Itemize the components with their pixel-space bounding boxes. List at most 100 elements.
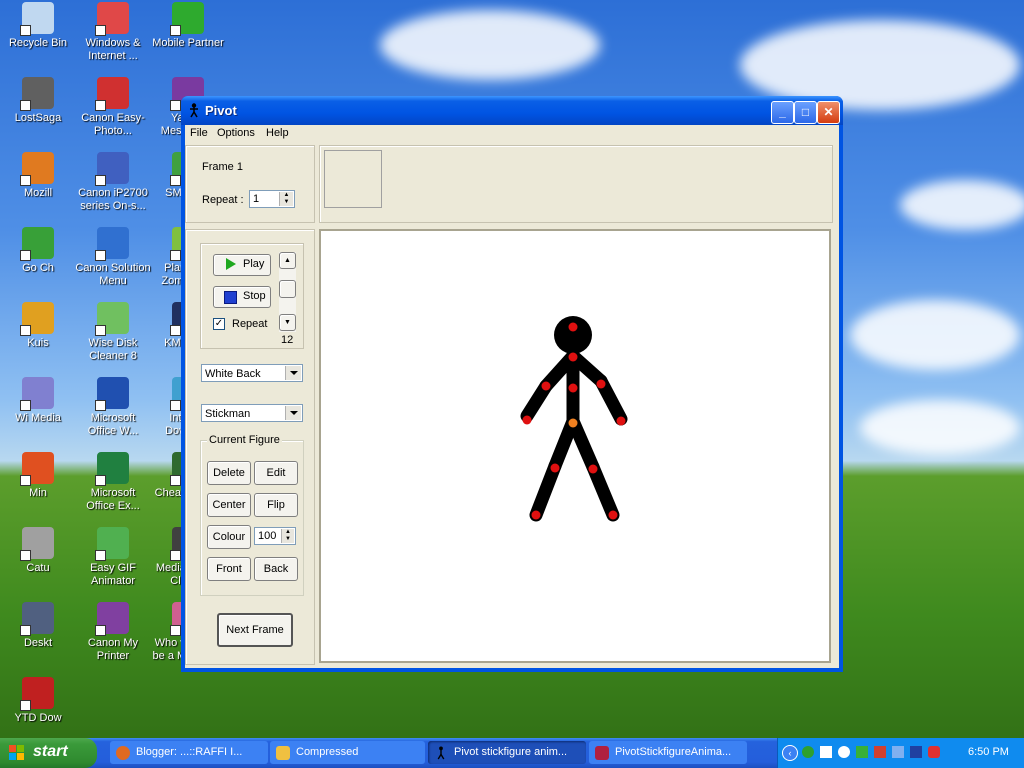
play-icon xyxy=(226,258,236,270)
desktop-icon[interactable]: Microsoft Office W... xyxy=(75,377,151,438)
speed-slider[interactable]: ▲ ▼ xyxy=(279,252,296,332)
back-button[interactable]: Back xyxy=(254,557,298,581)
spinner-arrows-icon[interactable]: ▲ ▼ xyxy=(279,192,293,206)
speed-slider-thumb[interactable] xyxy=(279,280,296,298)
desktop-icon[interactable]: Windows & Internet ... xyxy=(75,2,151,63)
colour-button[interactable]: Colour xyxy=(207,525,251,549)
figure-select[interactable]: Stickman xyxy=(201,404,303,422)
tray-app-icon[interactable] xyxy=(838,746,850,758)
speed-down-arrow-icon[interactable]: ▼ xyxy=(279,314,296,331)
stop-button[interactable]: Stop xyxy=(213,286,271,308)
controls-panel: Play Stop ✓ Repeat ▲ ▼ 12 White Back Sti… xyxy=(185,229,315,665)
frame-thumbnail[interactable] xyxy=(324,150,382,208)
desktop-icon[interactable]: Canon Solution Menu xyxy=(75,227,151,288)
menu-help[interactable]: Help xyxy=(266,127,289,139)
next-frame-button[interactable]: Next Frame xyxy=(217,613,293,647)
desktop-icon[interactable]: Canon iP2700 series On-s... xyxy=(75,152,151,213)
front-button[interactable]: Front xyxy=(207,557,251,581)
desktop-icon[interactable]: Wi Media xyxy=(0,377,76,425)
tray-app-icon[interactable] xyxy=(820,746,832,758)
taskbar-item-pivot-archive[interactable]: PivotStickfigureAnima... xyxy=(589,741,747,764)
background-select[interactable]: White Back xyxy=(201,364,303,382)
start-button[interactable]: start xyxy=(0,738,97,768)
desktop-icon[interactable]: Easy GIF Animator xyxy=(75,527,151,588)
desktop-icon[interactable]: Catu xyxy=(0,527,76,575)
smadav-icon[interactable] xyxy=(856,746,868,758)
close-button[interactable]: ✕ xyxy=(817,101,840,124)
app-shortcut-icon xyxy=(20,527,54,561)
menu-bar: File Options Help xyxy=(185,125,839,143)
app-shortcut-icon xyxy=(95,377,129,411)
menu-file[interactable]: File xyxy=(190,127,208,139)
desktop-icon[interactable]: Min xyxy=(0,452,76,500)
desktop-icon-label: Canon iP2700 series On-s... xyxy=(78,187,148,212)
dropdown-arrow-icon[interactable] xyxy=(285,366,301,380)
colour-value[interactable]: 100 xyxy=(258,530,276,542)
desktop-icon[interactable]: Wise Disk Cleaner 8 xyxy=(75,302,151,363)
app-shortcut-icon xyxy=(95,302,129,336)
app-shortcut-icon xyxy=(95,527,129,561)
app-shortcut-icon xyxy=(20,602,54,636)
app-shortcut-icon xyxy=(20,377,54,411)
colour-spinner[interactable]: 100 ▲ ▼ xyxy=(254,527,296,545)
frame-panel: Frame 1 Repeat : 1 ▲ ▼ xyxy=(185,145,315,223)
tray-app-icon[interactable] xyxy=(874,746,886,758)
play-button[interactable]: Play xyxy=(213,254,271,276)
desktop-icon[interactable]: Kuis xyxy=(0,302,76,350)
repeat-label: Repeat : xyxy=(202,194,244,206)
desktop-icon[interactable]: LostSaga xyxy=(0,77,76,125)
repeat-checkbox[interactable]: ✓ xyxy=(213,318,225,330)
desktop-icon[interactable]: Mozill xyxy=(0,152,76,200)
repeat-value[interactable]: 1 xyxy=(253,193,259,205)
center-joint[interactable] xyxy=(568,418,578,428)
flip-button[interactable]: Flip xyxy=(254,493,298,517)
spinner-arrows-icon[interactable]: ▲ ▼ xyxy=(281,529,294,543)
desktop-icon-label: LostSaga xyxy=(14,112,62,124)
desktop-icon-label: Deskt xyxy=(23,637,53,649)
network-icon[interactable] xyxy=(892,746,904,758)
pivot-window: Pivot _ □ ✕ File Options Help Frame 1 Re… xyxy=(181,96,843,672)
app-shortcut-icon xyxy=(95,152,129,186)
stop-icon xyxy=(224,291,237,304)
repeat-spinner[interactable]: 1 ▲ ▼ xyxy=(249,190,295,208)
app-shortcut-icon xyxy=(95,452,129,486)
desktop-icon-label: Canon Easy-Photo... xyxy=(81,112,145,137)
app-shortcut-icon xyxy=(95,227,129,261)
desktop-icon[interactable]: Deskt xyxy=(0,602,76,650)
desktop-icon[interactable]: Go Ch xyxy=(0,227,76,275)
animation-canvas[interactable] xyxy=(319,229,831,663)
edit-button[interactable]: Edit xyxy=(254,461,298,485)
minimize-button[interactable]: _ xyxy=(771,101,794,124)
dropdown-arrow-icon[interactable] xyxy=(285,406,301,420)
folder-icon xyxy=(276,746,290,760)
app-shortcut-icon xyxy=(20,152,54,186)
maximize-button[interactable]: □ xyxy=(794,101,817,124)
app-shortcut-icon xyxy=(20,2,54,36)
desktop-icon[interactable]: Canon My Printer xyxy=(75,602,151,663)
menu-options[interactable]: Options xyxy=(217,127,255,139)
desktop-icon[interactable]: Mobile Partner xyxy=(150,2,226,50)
desktop-icon[interactable]: Recycle Bin xyxy=(0,2,76,50)
shield-icon[interactable] xyxy=(928,746,940,758)
desktop-icon[interactable]: Canon Easy-Photo... xyxy=(75,77,151,138)
delete-button[interactable]: Delete xyxy=(207,461,251,485)
app-shortcut-icon xyxy=(20,77,54,111)
app-shortcut-icon xyxy=(170,2,204,36)
taskbar-item-compressed[interactable]: Compressed xyxy=(270,741,425,764)
speed-up-arrow-icon[interactable]: ▲ xyxy=(279,252,296,269)
tray-app-icon[interactable] xyxy=(910,746,922,758)
taskbar-item-pivot[interactable]: Pivot stickfigure anim... xyxy=(428,741,586,764)
desktop-icon[interactable]: YTD Dow xyxy=(0,677,76,725)
app-shortcut-icon xyxy=(95,602,129,636)
app-shortcut-icon xyxy=(95,2,129,36)
tray-expand-icon[interactable]: ‹ xyxy=(782,745,798,761)
center-button[interactable]: Center xyxy=(207,493,251,517)
tray-app-icon[interactable] xyxy=(802,746,814,758)
desktop-icon[interactable]: Microsoft Office Ex... xyxy=(75,452,151,513)
title-bar[interactable]: Pivot _ □ ✕ xyxy=(181,96,843,125)
stickman-figure[interactable] xyxy=(321,231,829,661)
desktop-icon-label: Microsoft Office Ex... xyxy=(86,487,140,512)
taskbar-item-blogger[interactable]: Blogger: ...::RAFFI I... xyxy=(110,741,268,764)
desktop-icon-label: Windows & Internet ... xyxy=(85,37,141,62)
play-label: Play xyxy=(243,258,265,270)
